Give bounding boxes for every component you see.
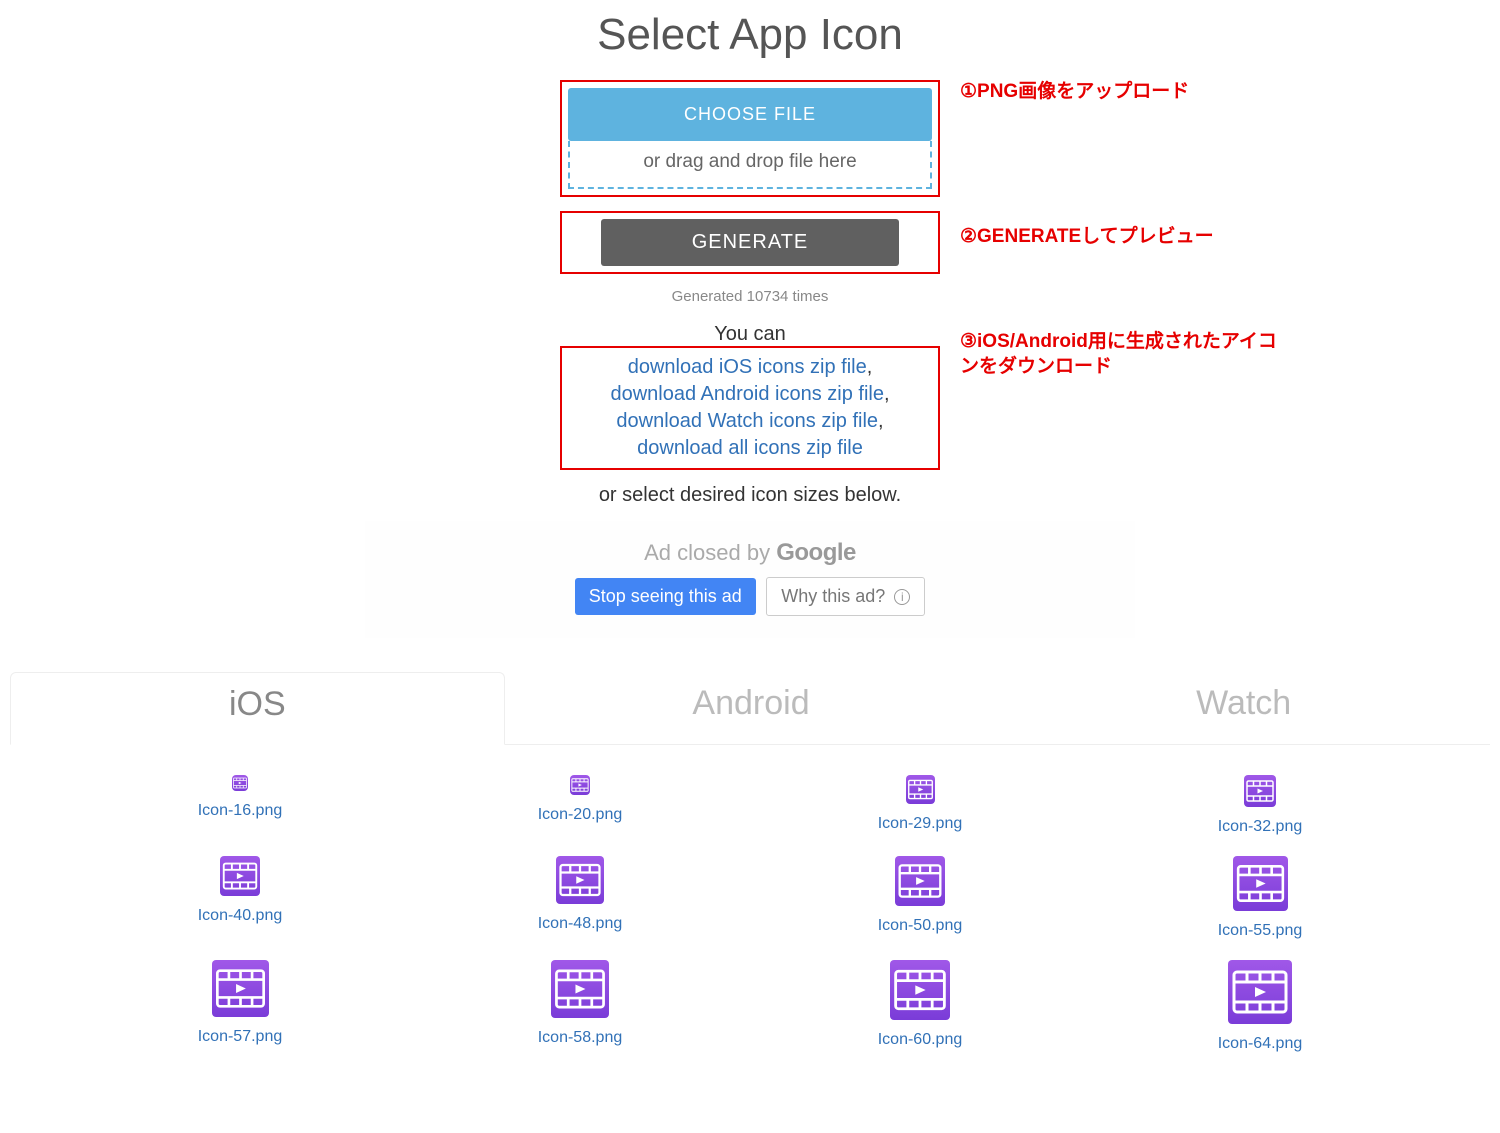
icon-download-link[interactable]: Icon-55.png <box>1090 922 1430 940</box>
icon-download-link[interactable]: Icon-50.png <box>750 917 1090 935</box>
icon-download-link[interactable]: Icon-48.png <box>410 915 750 933</box>
choose-file-button[interactable]: CHOOSE FILE <box>568 88 932 141</box>
ad-closed-text: Ad closed by Google <box>365 539 1135 567</box>
icon-cell: Icon-50.png <box>750 856 1090 940</box>
film-icon <box>570 775 590 795</box>
icon-download-link[interactable]: Icon-29.png <box>750 815 1090 833</box>
icon-grid: Icon-16.png Icon-20.png Icon-29.png Icon… <box>10 745 1490 1073</box>
google-logo-text: Google <box>776 539 856 566</box>
annotation-2: ②GENERATEしてプレビュー <box>960 225 1280 250</box>
tab-ios[interactable]: iOS <box>10 672 505 745</box>
icon-download-link[interactable]: Icon-20.png <box>410 806 750 824</box>
film-icon <box>1228 960 1292 1024</box>
icon-download-link[interactable]: Icon-16.png <box>70 802 410 820</box>
download-android-link[interactable]: download Android icons zip file <box>610 383 884 405</box>
icon-download-link[interactable]: Icon-60.png <box>750 1031 1090 1049</box>
film-icon <box>556 856 604 904</box>
why-this-ad-button[interactable]: Why this ad? i <box>766 577 925 616</box>
film-icon <box>1233 856 1288 911</box>
icon-cell: Icon-57.png <box>70 960 410 1053</box>
icon-download-link[interactable]: Icon-58.png <box>410 1029 750 1047</box>
generated-count: Generated 10734 times <box>560 288 940 305</box>
film-icon <box>212 960 269 1017</box>
drag-drop-area[interactable]: or drag and drop file here <box>568 141 932 189</box>
download-ios-link[interactable]: download iOS icons zip file <box>628 356 867 378</box>
film-icon <box>232 775 248 791</box>
stop-seeing-ad-button[interactable]: Stop seeing this ad <box>575 578 756 615</box>
tab-watch[interactable]: Watch <box>997 672 1490 744</box>
icon-cell: Icon-55.png <box>1090 856 1430 940</box>
ad-banner: Ad closed by Google Stop seeing this ad … <box>365 521 1135 638</box>
page-title: Select App Icon <box>0 10 1500 60</box>
icon-cell: Icon-60.png <box>750 960 1090 1053</box>
generate-section: GENERATE <box>560 211 940 274</box>
tab-android[interactable]: Android <box>505 672 998 744</box>
download-all-link[interactable]: download all icons zip file <box>637 437 863 459</box>
download-watch-link[interactable]: download Watch icons zip file <box>616 410 878 432</box>
film-icon <box>906 775 935 804</box>
generate-button[interactable]: GENERATE <box>601 219 899 266</box>
icon-cell: Icon-64.png <box>1090 960 1430 1053</box>
annotation-3: ③iOS/Android用に生成されたアイコンをダウンロード <box>960 330 1280 379</box>
film-icon <box>551 960 609 1018</box>
info-icon: i <box>894 589 910 605</box>
icon-download-link[interactable]: Icon-32.png <box>1090 818 1430 836</box>
icon-download-link[interactable]: Icon-40.png <box>70 907 410 925</box>
icon-cell: Icon-29.png <box>750 775 1090 836</box>
film-icon <box>1244 775 1276 807</box>
icon-cell: Icon-40.png <box>70 856 410 940</box>
annotation-1: ①PNG画像をアップロード <box>960 80 1280 105</box>
icon-cell: Icon-48.png <box>410 856 750 940</box>
film-icon <box>895 856 945 906</box>
film-icon <box>890 960 950 1020</box>
or-select-label: or select desired icon sizes below. <box>560 484 940 507</box>
icon-cell: Icon-16.png <box>70 775 410 836</box>
upload-section: CHOOSE FILE or drag and drop file here <box>560 80 940 197</box>
icon-download-link[interactable]: Icon-64.png <box>1090 1035 1430 1053</box>
icon-cell: Icon-58.png <box>410 960 750 1053</box>
film-icon <box>220 856 260 896</box>
icon-cell: Icon-32.png <box>1090 775 1430 836</box>
download-links-section: download iOS icons zip file, download An… <box>560 346 940 470</box>
icon-cell: Icon-20.png <box>410 775 750 836</box>
icon-download-link[interactable]: Icon-57.png <box>70 1028 410 1046</box>
platform-tabs-section: iOS Android Watch Icon-16.png Icon-20.pn… <box>10 672 1490 1073</box>
you-can-label: You can <box>560 323 940 346</box>
